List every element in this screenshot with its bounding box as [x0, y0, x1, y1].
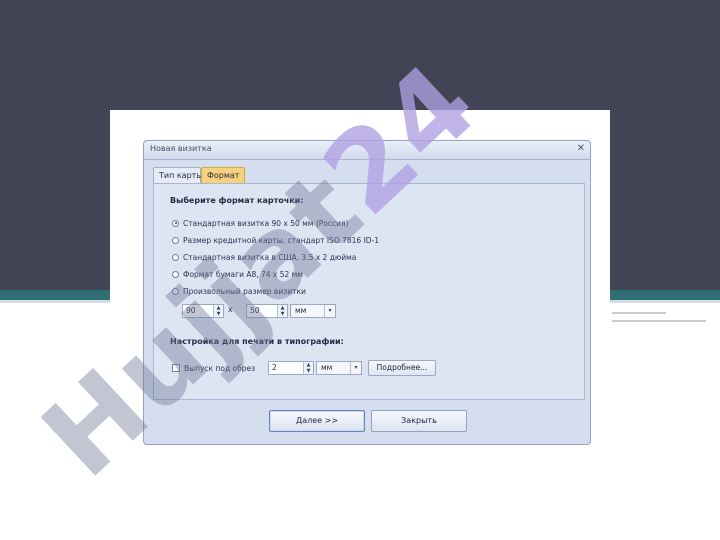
chevron-down-icon: ▾ [350, 362, 361, 374]
radio-icon [172, 236, 179, 244]
spinner-arrows-icon[interactable]: ▲ ▼ [303, 362, 313, 374]
bleed-unit-value: мм [321, 363, 333, 372]
tab-format[interactable]: Формат [201, 167, 245, 183]
height-spinner[interactable]: 50 ▲ ▼ [246, 304, 288, 318]
print-section-title: Настройка для печати в типографии: [170, 337, 344, 346]
bleed-spinner[interactable]: 2 ▲ ▼ [268, 361, 314, 375]
tab-card-type[interactable]: Тип карты [153, 167, 203, 183]
radio-option-a8[interactable]: Формат бумаги A8, 74 х 52 мм [172, 268, 303, 280]
radio-label: Произвольный размер визитки [183, 286, 306, 296]
width-spinner[interactable]: 90 ▲ ▼ [182, 304, 224, 318]
new-card-dialog: Новая визитка ✕ Тип карты Формат Выберит… [143, 140, 591, 445]
bleed-checkbox[interactable]: Выпуск под обрез [172, 362, 255, 374]
size-separator: x [228, 305, 233, 314]
dialog-titlebar: Новая визитка ✕ [144, 141, 590, 160]
radio-option-custom[interactable]: Произвольный размер визитки [172, 285, 306, 297]
bleed-value: 2 [272, 363, 277, 372]
checkbox-icon [172, 364, 180, 372]
radio-option-us-standard[interactable]: Стандартная визитка в США, 3.5 х 2 дюйма [172, 251, 356, 263]
radio-icon [172, 287, 179, 295]
radio-selected-icon [172, 219, 179, 227]
slide-decor-line [612, 312, 666, 314]
chevron-down-icon: ▾ [324, 305, 335, 317]
radio-icon [172, 253, 179, 261]
spinner-arrows-icon[interactable]: ▲ ▼ [277, 305, 287, 317]
bleed-label: Выпуск под обрез [184, 363, 256, 373]
dialog-title: Новая визитка [150, 144, 212, 153]
format-section-title: Выберите формат карточки: [170, 196, 304, 205]
slide-decor-line [612, 320, 706, 322]
close-icon[interactable]: ✕ [577, 143, 585, 155]
next-button[interactable]: Далее >> [269, 410, 365, 432]
radio-icon [172, 270, 179, 278]
bleed-unit-select[interactable]: мм ▾ [316, 361, 362, 375]
radio-option-standard-russia[interactable]: Стандартная визитка 90 х 50 мм (Россия) [172, 217, 348, 229]
radio-label: Стандартная визитка в США, 3.5 х 2 дюйма [183, 252, 357, 262]
radio-label: Размер кредитной карты, стандарт ISO 781… [183, 235, 380, 245]
size-unit-value: мм [295, 306, 307, 315]
details-button[interactable]: Подробнее... [368, 360, 436, 376]
format-panel: Выберите формат карточки: Стандартная ви… [153, 183, 585, 400]
radio-label: Стандартная визитка 90 х 50 мм (Россия) [183, 218, 349, 228]
spinner-arrows-icon[interactable]: ▲ ▼ [213, 305, 223, 317]
close-button[interactable]: Закрыть [371, 410, 467, 432]
radio-option-credit-card[interactable]: Размер кредитной карты, стандарт ISO 781… [172, 234, 379, 246]
height-value: 50 [250, 306, 260, 315]
radio-label: Формат бумаги A8, 74 х 52 мм [183, 269, 303, 279]
width-value: 90 [186, 306, 196, 315]
size-unit-select[interactable]: мм ▾ [290, 304, 336, 318]
